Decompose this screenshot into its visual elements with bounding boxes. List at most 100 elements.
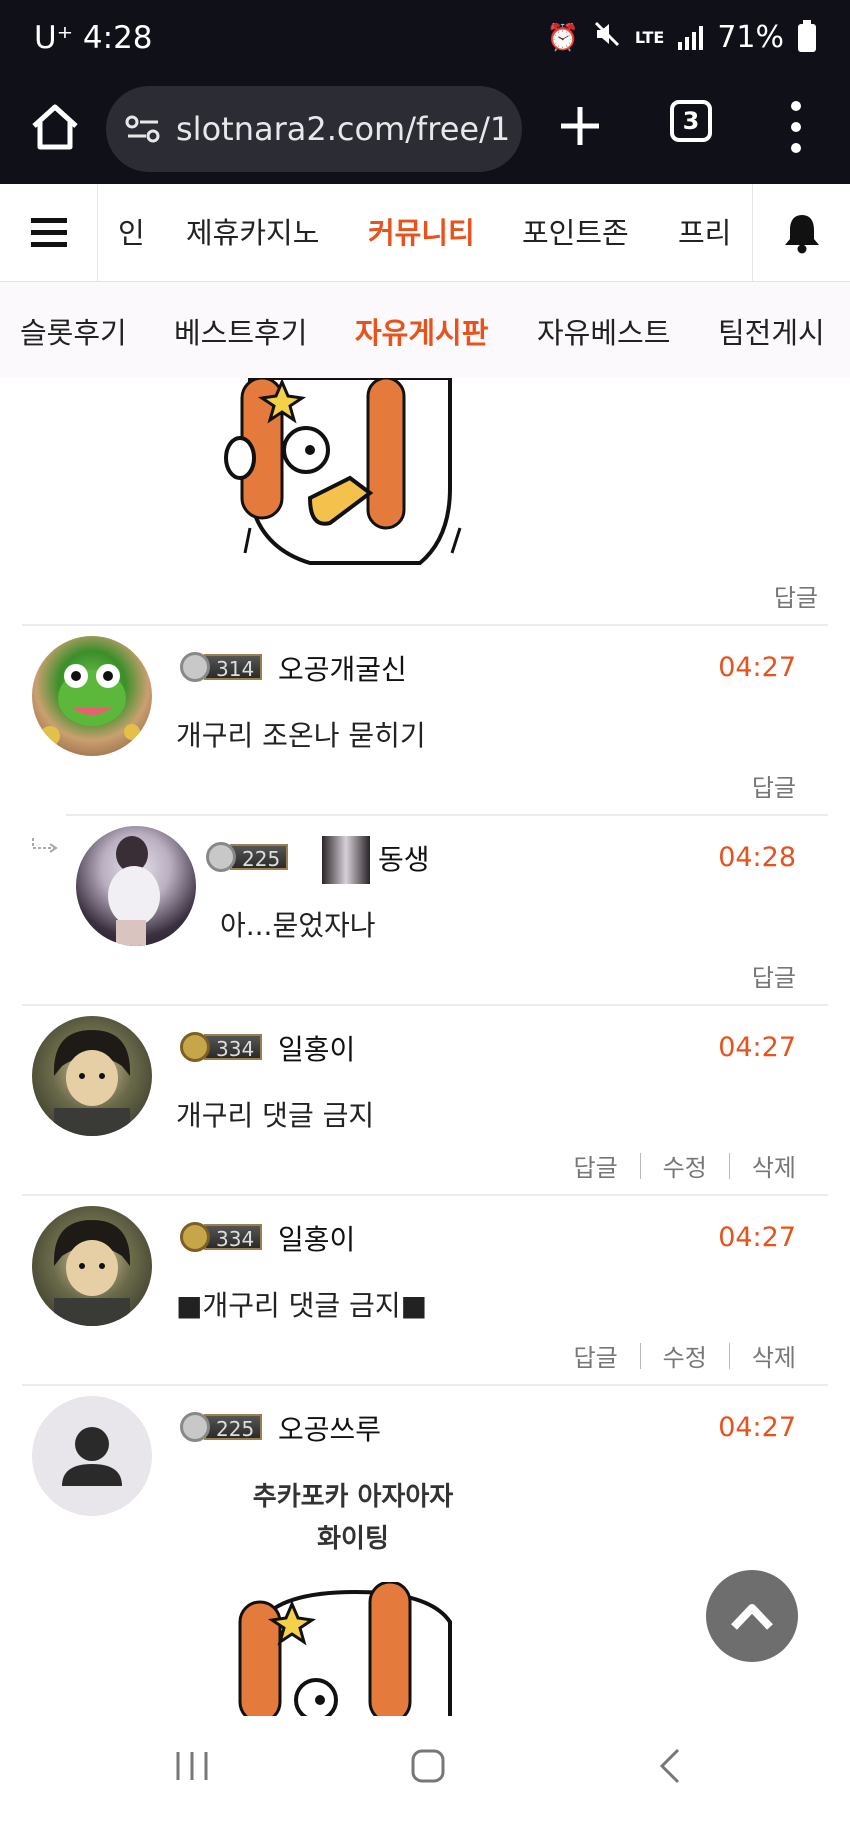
- menu-icon: [30, 218, 67, 247]
- sticker-caption-line: 추카포카 아자아자: [252, 1482, 454, 1512]
- divider: [639, 1152, 641, 1179]
- comment-actions: 답글 수정 삭제: [573, 1338, 796, 1373]
- avatar[interactable]: [32, 636, 152, 756]
- comment-time: 04:27: [718, 1412, 796, 1443]
- sticker-caption: 추카포카 아자아자 화이팅: [218, 1476, 488, 1560]
- comment-author[interactable]: 오공개굴신: [278, 648, 407, 688]
- delete-button[interactable]: 삭제: [752, 1338, 796, 1373]
- sub-item-free-best[interactable]: 자유베스트: [537, 310, 670, 352]
- sub-item-slot-review[interactable]: 슬롯후기: [20, 310, 127, 352]
- comment-author[interactable]: 일홍이: [278, 1218, 355, 1258]
- avatar[interactable]: [32, 1396, 152, 1516]
- comment-actions: 답글: [752, 768, 796, 803]
- comment-text: ■개구리 댓글 금지■: [176, 1289, 428, 1322]
- comment-time: 04:27: [718, 652, 796, 683]
- avatar[interactable]: [32, 1016, 152, 1136]
- comment-item-nested: 225 동생 04:28 아...묻었자나 답글: [66, 814, 828, 1004]
- network-type: LTE: [634, 27, 665, 47]
- nav-item-free[interactable]: 프리: [678, 210, 731, 252]
- bell-icon: [784, 215, 819, 254]
- back-icon[interactable]: [650, 1746, 690, 1786]
- sticker-caption-line: 화이팅: [317, 1524, 389, 1554]
- chevron-up-icon: [731, 1604, 773, 1630]
- scroll-top-button[interactable]: [706, 1570, 798, 1662]
- anime-avatar-image: [53, 1220, 131, 1326]
- alarm-icon: ⏰: [546, 22, 579, 53]
- status-carrier-time: U⁺ 4:28: [34, 20, 153, 56]
- avatar[interactable]: [76, 826, 196, 946]
- browser-toolbar: slotnara2.com/free/1 3: [0, 80, 850, 184]
- avatar[interactable]: [32, 1206, 152, 1326]
- level-badge: 334: [180, 1222, 263, 1252]
- tabs-icon[interactable]: 3: [670, 100, 712, 142]
- comment-text: 개구리 조온나 묻히기: [176, 719, 426, 752]
- comment-item: 334 일홍이 04:27 개구리 댓글 금지 답글 수정 삭제: [22, 1004, 828, 1194]
- reply-arrow-icon: [32, 838, 58, 853]
- sub-item-team-board[interactable]: 팀전게시: [718, 310, 825, 352]
- reply-button[interactable]: 답글: [752, 958, 796, 993]
- user-emblem-image: [322, 836, 370, 884]
- comment-item: 334 일홍이 04:27 ■개구리 댓글 금지■ 답글 수정 삭제: [22, 1194, 828, 1384]
- level-gem-icon: [180, 1032, 210, 1062]
- comment-list: 답글 314 오공개굴신 04:27 개구리 조온나 묻히기 답글 225 동생…: [0, 378, 850, 1716]
- system-nav-bar: [0, 1716, 850, 1823]
- anime-avatar-image: [53, 1030, 131, 1136]
- comment-time: 04:27: [718, 1222, 796, 1253]
- level-badge: 225: [180, 1412, 263, 1442]
- screen: U⁺ 4:28 ⏰ LTE 71% slotnara2.com/free/1 3…: [0, 0, 850, 1823]
- frog-avatar-image: [40, 664, 140, 746]
- level-badge: 225: [206, 842, 289, 872]
- reply-button[interactable]: 답글: [774, 578, 818, 613]
- home-nav-icon[interactable]: [408, 1746, 448, 1786]
- main-nav-items: 인 제휴카지노 커뮤니티 포인트존 프리: [98, 184, 752, 282]
- home-icon[interactable]: [28, 100, 82, 154]
- sub-nav: 슬롯후기 베스트후기 자유게시판 자유베스트 팀전게시: [0, 282, 850, 378]
- edit-button[interactable]: 수정: [663, 1338, 707, 1373]
- level-gem-icon: [180, 1412, 210, 1442]
- battery-percent: 71%: [717, 20, 784, 55]
- nav-item-community[interactable]: 커뮤니티: [368, 210, 475, 252]
- comment-author[interactable]: 오공쓰루: [278, 1408, 381, 1448]
- comment-text: 아...묻었자나: [220, 909, 376, 942]
- url-text: slotnara2.com/free/1: [176, 110, 511, 148]
- comment-item: 225 오공쓰루 04:27 추카포카 아자아자 화이팅: [22, 1384, 828, 1716]
- nav-item-partial-left[interactable]: 인: [118, 210, 145, 252]
- comment-time: 04:27: [718, 1032, 796, 1063]
- divider: [639, 1342, 641, 1369]
- reply-button[interactable]: 답글: [573, 1338, 617, 1373]
- comment-actions: 답글: [752, 958, 796, 993]
- more-icon[interactable]: [786, 98, 806, 156]
- level-gem-icon: [180, 1222, 210, 1252]
- nav-item-point-zone[interactable]: 포인트존: [522, 210, 629, 252]
- comment-author[interactable]: 일홍이: [278, 1028, 355, 1068]
- person-avatar-image: [108, 836, 160, 946]
- divider: [728, 1342, 730, 1369]
- level-gem-icon: [180, 652, 210, 682]
- level-badge: 334: [180, 1032, 263, 1062]
- delete-button[interactable]: 삭제: [752, 1148, 796, 1183]
- sub-item-free-board[interactable]: 자유게시판: [355, 310, 488, 352]
- main-nav: 인 제휴카지노 커뮤니티 포인트존 프리: [0, 184, 850, 282]
- comment-text: 개구리 댓글 금지: [176, 1099, 375, 1132]
- address-bar[interactable]: slotnara2.com/free/1: [106, 86, 522, 172]
- duck-sticker-image: [224, 378, 462, 565]
- reply-button[interactable]: 답글: [573, 1148, 617, 1183]
- comment-time: 04:28: [718, 842, 796, 873]
- level-gem-icon: [206, 842, 236, 872]
- reply-button[interactable]: 답글: [752, 768, 796, 803]
- nav-item-partner-casino[interactable]: 제휴카지노: [186, 210, 319, 252]
- plus-icon[interactable]: [556, 102, 604, 150]
- menu-button[interactable]: [0, 184, 98, 282]
- edit-button[interactable]: 수정: [663, 1148, 707, 1183]
- comment-author[interactable]: 동생: [378, 838, 430, 878]
- status-icons: ⏰ LTE 71%: [546, 19, 816, 55]
- sub-item-best-review[interactable]: 베스트후기: [174, 310, 307, 352]
- default-user-icon: [62, 1427, 122, 1486]
- site-settings-icon[interactable]: [124, 110, 162, 148]
- top-comment-actions: 답글: [774, 578, 818, 613]
- duck-sticker-image: [238, 1582, 452, 1716]
- battery-icon: [798, 19, 816, 52]
- notification-button[interactable]: [752, 184, 850, 282]
- comment-item: 314 오공개굴신 04:27 개구리 조온나 묻히기 답글: [22, 624, 828, 814]
- recent-apps-icon[interactable]: [172, 1746, 212, 1786]
